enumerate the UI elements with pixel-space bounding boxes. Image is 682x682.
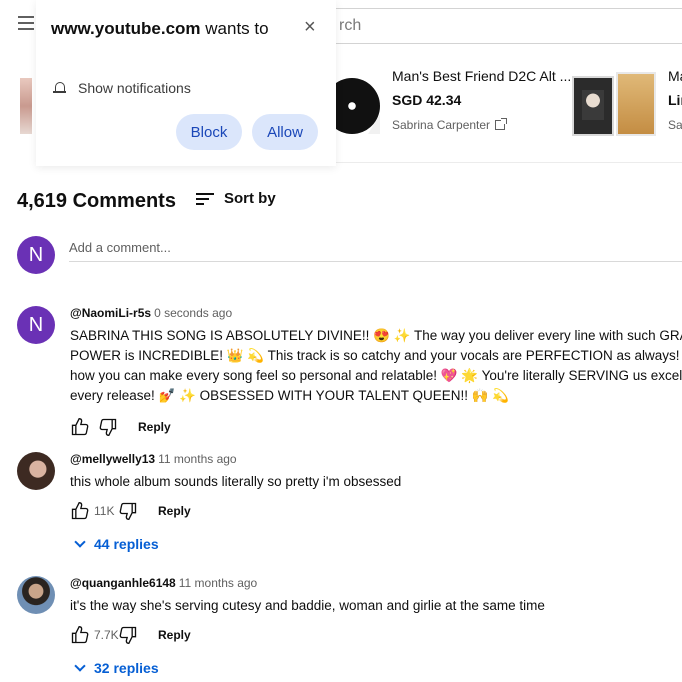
- dislike-icon[interactable]: [118, 501, 138, 521]
- comment-text: this whole album sounds literally so pre…: [70, 474, 402, 489]
- sort-by-label: Sort by: [224, 190, 276, 207]
- permission-label: Show notifications: [78, 80, 191, 96]
- merch-item-seller[interactable]: Sabrina Carpenter: [392, 118, 572, 132]
- vinyl-thumbnail[interactable]: [336, 78, 380, 134]
- comments-count: 4,619 Comments: [17, 190, 176, 212]
- chevron-down-icon: [74, 536, 86, 548]
- comment-line: SABRINA THIS SONG IS ABSOLUTELY DIVINE!!…: [70, 328, 682, 343]
- search-placeholder: rch: [339, 17, 362, 34]
- comment-author[interactable]: @mellywelly13: [70, 452, 155, 466]
- avatar: N: [17, 236, 55, 274]
- like-icon[interactable]: [70, 625, 90, 645]
- popup-title-suffix: wants to: [200, 19, 269, 38]
- cassette-thumbnail[interactable]: [572, 72, 658, 138]
- merch-item-title[interactable]: Ma: [668, 68, 682, 84]
- permission-row: Show notifications: [53, 80, 191, 96]
- allow-button[interactable]: Allow: [252, 114, 318, 150]
- avatar[interactable]: [17, 452, 55, 490]
- reply-button[interactable]: Reply: [158, 628, 191, 642]
- merch-item-seller[interactable]: Sal: [668, 118, 682, 132]
- merch-item-price: Lir: [668, 92, 682, 108]
- popup-site: www.youtube.com: [51, 19, 201, 38]
- dislike-icon[interactable]: [98, 417, 118, 437]
- comment-author[interactable]: @NaomiLi-r5s: [70, 306, 151, 320]
- view-replies-button[interactable]: 44 replies: [74, 536, 682, 552]
- menu-icon[interactable]: [18, 16, 34, 30]
- add-comment-input[interactable]: Add a comment...: [69, 238, 682, 262]
- comment-author[interactable]: @quanganhle6148: [70, 576, 176, 590]
- like-icon[interactable]: [70, 417, 90, 437]
- comment-actions: 7.7K Reply: [70, 624, 682, 646]
- merch-item-1[interactable]: Man's Best Friend D2C Alt ... SGD 42.34 …: [392, 68, 572, 132]
- replies-count: 44 replies: [94, 536, 159, 552]
- block-button[interactable]: Block: [176, 114, 242, 150]
- sort-icon: [196, 192, 214, 206]
- sort-by-button[interactable]: Sort by: [196, 190, 276, 207]
- add-comment-row: N Add a comment...: [17, 236, 682, 276]
- merch-seller-label: Sabrina Carpenter: [392, 118, 491, 132]
- comment-timestamp[interactable]: 11 months ago: [179, 576, 258, 590]
- dislike-icon[interactable]: [118, 625, 138, 645]
- close-icon[interactable]: ×: [304, 16, 316, 39]
- comment-actions: 11K Reply: [70, 500, 682, 522]
- external-link-icon: [495, 118, 508, 130]
- comment-text: SABRINA THIS SONG IS ABSOLUTELY DIVINE!!…: [70, 326, 682, 406]
- popup-title: www.youtube.com wants to: [51, 18, 291, 40]
- merch-item-title[interactable]: Man's Best Friend D2C Alt ...: [392, 68, 572, 84]
- reply-button[interactable]: Reply: [158, 504, 191, 518]
- merch-thumbnail-left[interactable]: [20, 78, 32, 134]
- merch-item-price: SGD 42.34: [392, 92, 462, 108]
- like-count: 7.7K: [94, 628, 119, 642]
- chevron-down-icon: [74, 660, 86, 672]
- comment-line: POWER is INCREDIBLE! 👑 💫 This track is s…: [70, 348, 682, 363]
- comment-text: it's the way she's serving cutesy and ba…: [70, 598, 545, 613]
- search-input[interactable]: rch: [336, 8, 682, 44]
- view-replies-button[interactable]: 32 replies: [74, 660, 682, 676]
- divider: [336, 162, 682, 163]
- comment-line: every release! 💅 ✨ OBSESSED WITH YOUR TA…: [70, 388, 510, 403]
- like-count: 11K: [94, 504, 115, 518]
- bell-icon: [53, 81, 66, 95]
- like-icon[interactable]: [70, 501, 90, 521]
- avatar[interactable]: [17, 576, 55, 614]
- notification-permission-popup: www.youtube.com wants to × Show notifica…: [36, 0, 336, 166]
- replies-count: 32 replies: [94, 660, 159, 676]
- comment-timestamp[interactable]: 0 seconds ago: [154, 306, 232, 320]
- comment-line: how you can make every song feel so pers…: [70, 368, 682, 383]
- comment-timestamp[interactable]: 11 months ago: [158, 452, 237, 466]
- merch-item-2[interactable]: Ma Lir Sal: [668, 68, 682, 132]
- reply-button[interactable]: Reply: [138, 420, 171, 434]
- avatar[interactable]: N: [17, 306, 55, 344]
- comment-actions: Reply: [70, 416, 682, 438]
